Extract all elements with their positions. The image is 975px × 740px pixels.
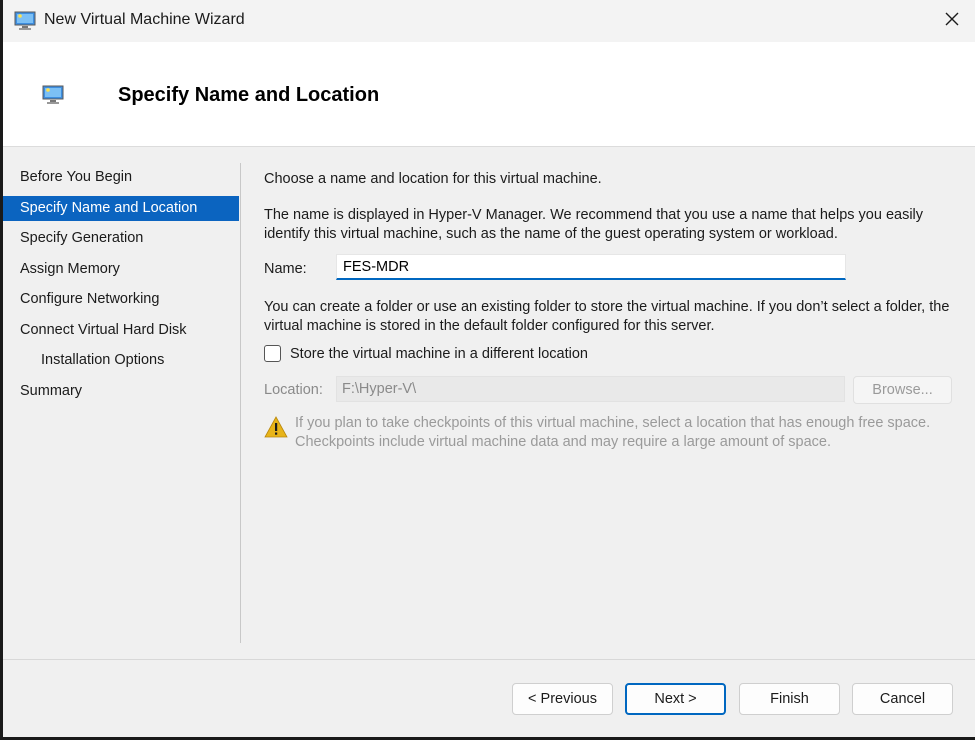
- location-label: Location:: [264, 382, 323, 398]
- close-icon: [944, 11, 960, 31]
- warning-icon: [264, 416, 288, 438]
- step-installation-options[interactable]: Installation Options: [3, 345, 239, 376]
- close-button[interactable]: [929, 0, 975, 42]
- next-button[interactable]: Next >: [625, 683, 726, 715]
- step-connect-virtual-hard-disk[interactable]: Connect Virtual Hard Disk: [3, 315, 239, 346]
- store-different-location-label[interactable]: Store the virtual machine in a different…: [290, 345, 588, 364]
- name-input[interactable]: [336, 254, 846, 280]
- vm-monitor-icon: [13, 9, 37, 31]
- wizard-window: New Virtual Machine Wizard Specify Name …: [3, 0, 975, 737]
- vm-monitor-icon: [41, 83, 65, 105]
- browse-button[interactable]: Browse...: [853, 376, 952, 404]
- step-summary[interactable]: Summary: [3, 376, 239, 407]
- header-divider: [3, 146, 975, 147]
- steps-divider: [240, 163, 241, 643]
- checkpoint-warning-text: If you plan to take checkpoints of this …: [295, 415, 931, 450]
- name-help-text: The name is displayed in Hyper-V Manager…: [264, 207, 924, 242]
- window-title: New Virtual Machine Wizard: [44, 11, 245, 28]
- finish-button[interactable]: Finish: [739, 683, 840, 715]
- footer-divider: [3, 659, 975, 660]
- step-configure-networking[interactable]: Configure Networking: [3, 284, 239, 315]
- store-different-location-checkbox[interactable]: [264, 345, 281, 362]
- step-specify-name-and-location[interactable]: Specify Name and Location: [3, 195, 239, 221]
- intro-text: Choose a name and location for this virt…: [264, 171, 602, 187]
- previous-button[interactable]: < Previous: [512, 683, 613, 715]
- step-before-you-begin[interactable]: Before You Begin: [3, 162, 239, 193]
- wizard-steps: Before You Begin Specify Name and Locati…: [3, 162, 239, 406]
- cancel-button[interactable]: Cancel: [852, 683, 953, 715]
- page-header: Specify Name and Location: [3, 42, 975, 146]
- page-title: Specify Name and Location: [118, 84, 380, 106]
- location-input[interactable]: [336, 376, 845, 402]
- folder-help-text: You can create a folder or use an existi…: [264, 299, 950, 334]
- name-label: Name:: [264, 261, 307, 277]
- step-assign-memory[interactable]: Assign Memory: [3, 254, 239, 285]
- title-bar: New Virtual Machine Wizard: [3, 0, 975, 42]
- step-specify-generation[interactable]: Specify Generation: [3, 223, 239, 254]
